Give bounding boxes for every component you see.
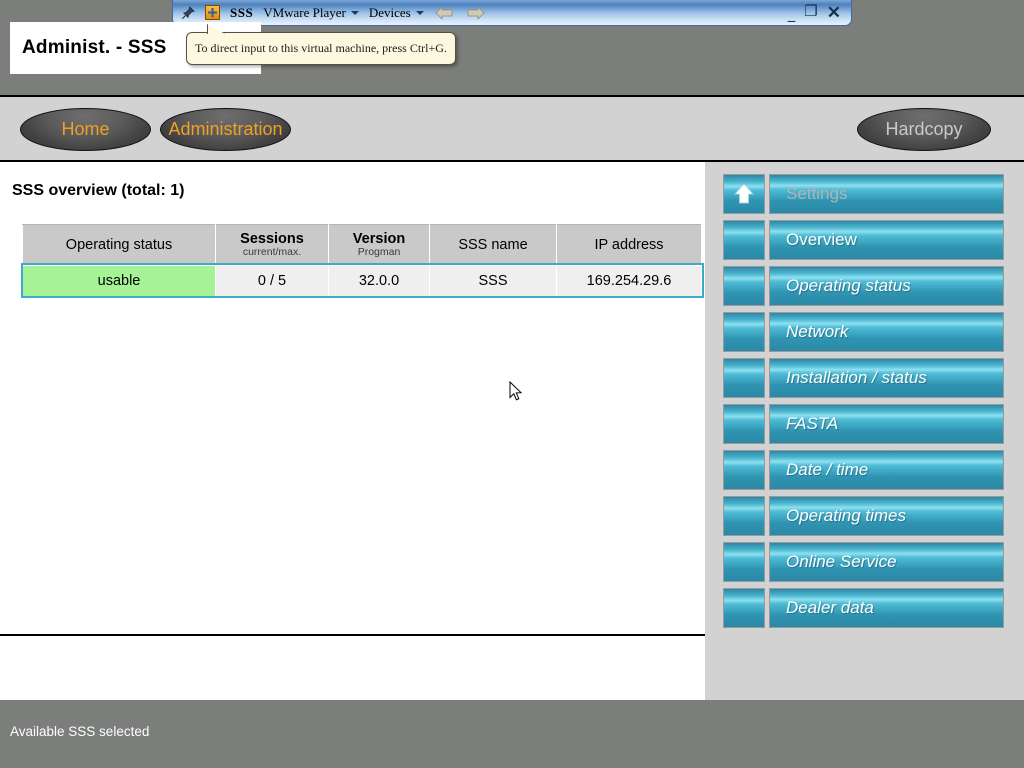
nav-button-home[interactable]: Home (20, 108, 151, 151)
sidebar-item-overview[interactable]: Overview (723, 220, 1004, 260)
sss-overview-table: Operating status Sessions current/max. V… (20, 224, 704, 299)
screen-root: SSS VMware Player Devices _ ❐ ✕ To direc… (0, 0, 1024, 768)
sidebar-item-network[interactable]: Network (723, 312, 1004, 352)
chevron-down-icon (415, 10, 424, 15)
sidebar-item-settings[interactable]: Settings (723, 174, 1004, 214)
column-header-version[interactable]: Version Progman (328, 224, 430, 266)
menu-devices[interactable]: Devices (369, 5, 424, 21)
column-header-ip-address[interactable]: IP address (556, 224, 702, 266)
table-body: usable 0 / 5 32.0.0 SSS 169.254.29.6 (20, 263, 704, 299)
nav-button-administration-label: Administration (168, 119, 283, 139)
table-header-row: Operating status Sessions current/max. V… (22, 224, 702, 266)
nav-button-home-label: Home (61, 119, 110, 139)
up-arrow-glyph (734, 183, 754, 204)
column-header-sss-name-label: SSS name (458, 236, 528, 253)
column-header-sessions[interactable]: Sessions current/max. (215, 224, 329, 266)
menu-square-online-service[interactable] (723, 542, 765, 582)
vm-input-tooltip: To direct input to this virtual machine,… (186, 24, 456, 65)
hardcopy-button-label: Hardcopy (885, 119, 963, 139)
back-arrow-icon[interactable] (434, 5, 456, 21)
sidebar-item-fasta-label: FASTA (769, 404, 1004, 444)
cell-version: 32.0.0 (328, 264, 430, 297)
sidebar-item-overview-label: Overview (769, 220, 1004, 260)
menu-square-operating-times[interactable] (723, 496, 765, 536)
cell-ip-address: 169.254.29.6 (556, 264, 702, 297)
status-bar: Available SSS selected (0, 700, 1024, 768)
pin-icon[interactable] (181, 5, 195, 20)
status-bar-text: Available SSS selected (10, 724, 150, 739)
main-content: SSS overview (total: 1) Operating status… (0, 162, 705, 634)
sidebar-item-settings-label: Settings (769, 174, 1004, 214)
close-button[interactable]: ✕ (827, 4, 841, 21)
forward-arrow-icon[interactable] (466, 5, 488, 21)
page-title: Administ. - SSS (22, 37, 167, 58)
window-controls: _ ❐ ✕ (788, 4, 847, 24)
sidebar-item-operating-status-label: Operating status (769, 266, 1004, 306)
menu-square-operating-status[interactable] (723, 266, 765, 306)
sidebar-item-installation-status-label: Installation / status (769, 358, 1004, 398)
menu-square-network[interactable] (723, 312, 765, 352)
cell-sessions: 0 / 5 (215, 264, 329, 297)
column-header-operating-status-label: Operating status (65, 236, 173, 253)
back-arrow-glyph (435, 5, 453, 20)
hardcopy-button[interactable]: Hardcopy (857, 108, 991, 151)
menu-vmware-player-label: VMware Player (263, 4, 346, 20)
column-header-sessions-label: Sessions (240, 231, 304, 247)
minimize-button[interactable]: _ (788, 9, 796, 24)
sidebar-item-fasta[interactable]: FASTA (723, 404, 1004, 444)
up-arrow-icon[interactable] (723, 174, 765, 214)
cell-sss-name: SSS (429, 264, 557, 297)
menu-square-date-time[interactable] (723, 450, 765, 490)
sidebar-item-network-label: Network (769, 312, 1004, 352)
menu-square-dealer-data[interactable] (723, 588, 765, 628)
restore-button[interactable]: ❐ (804, 5, 817, 20)
sidebar-item-dealer-data[interactable]: Dealer data (723, 588, 1004, 628)
menu-square-overview[interactable] (723, 220, 765, 260)
cell-operating-status: usable (22, 264, 216, 297)
pin-icon-glyph (181, 5, 195, 19)
sidebar-item-operating-times-label: Operating times (769, 496, 1004, 536)
header-dark-band (0, 74, 1024, 95)
menu-square-installation-status[interactable] (723, 358, 765, 398)
column-header-sessions-sub: current/max. (242, 246, 302, 259)
menu-square-fasta[interactable] (723, 404, 765, 444)
menu-vmware-player[interactable]: VMware Player (263, 5, 359, 21)
content-heading: SSS overview (total: 1) (12, 182, 185, 199)
sidebar-item-date-time[interactable]: Date / time (723, 450, 1004, 490)
menu-devices-label: Devices (368, 4, 411, 20)
nav-button-administration[interactable]: Administration (160, 108, 291, 151)
column-header-version-label: Version (352, 231, 406, 247)
sidebar-item-operating-times[interactable]: Operating times (723, 496, 1004, 536)
sidebar-item-date-time-label: Date / time (769, 450, 1004, 490)
chevron-down-icon (350, 10, 359, 15)
column-header-ip-address-label: IP address (594, 236, 664, 253)
tooltip-text: To direct input to this virtual machine,… (195, 41, 447, 55)
forward-arrow-glyph (467, 5, 485, 20)
sidebar-item-installation-status[interactable]: Installation / status (723, 358, 1004, 398)
vm-machine-name: SSS (230, 4, 254, 20)
column-header-sss-name[interactable]: SSS name (429, 224, 557, 266)
column-header-operating-status[interactable]: Operating status (22, 224, 216, 266)
sidebar-footer-strip (705, 634, 1024, 700)
footer-white-strip (0, 636, 705, 700)
sidebar-item-online-service-label: Online Service (769, 542, 1004, 582)
vmware-machine-icon (205, 5, 220, 20)
sidebar-item-operating-status[interactable]: Operating status (723, 266, 1004, 306)
table-header: Operating status Sessions current/max. V… (22, 224, 702, 266)
column-header-version-sub: Progman (357, 246, 401, 259)
sidebar-item-online-service[interactable]: Online Service (723, 542, 1004, 582)
sidebar-item-dealer-data-label: Dealer data (769, 588, 1004, 628)
table-row[interactable]: usable 0 / 5 32.0.0 SSS 169.254.29.6 (20, 263, 704, 299)
vmware-titlebar: SSS VMware Player Devices _ ❐ ✕ (172, 0, 852, 26)
sidebar-menu: Settings Overview Operating status Netwo… (705, 162, 1024, 634)
